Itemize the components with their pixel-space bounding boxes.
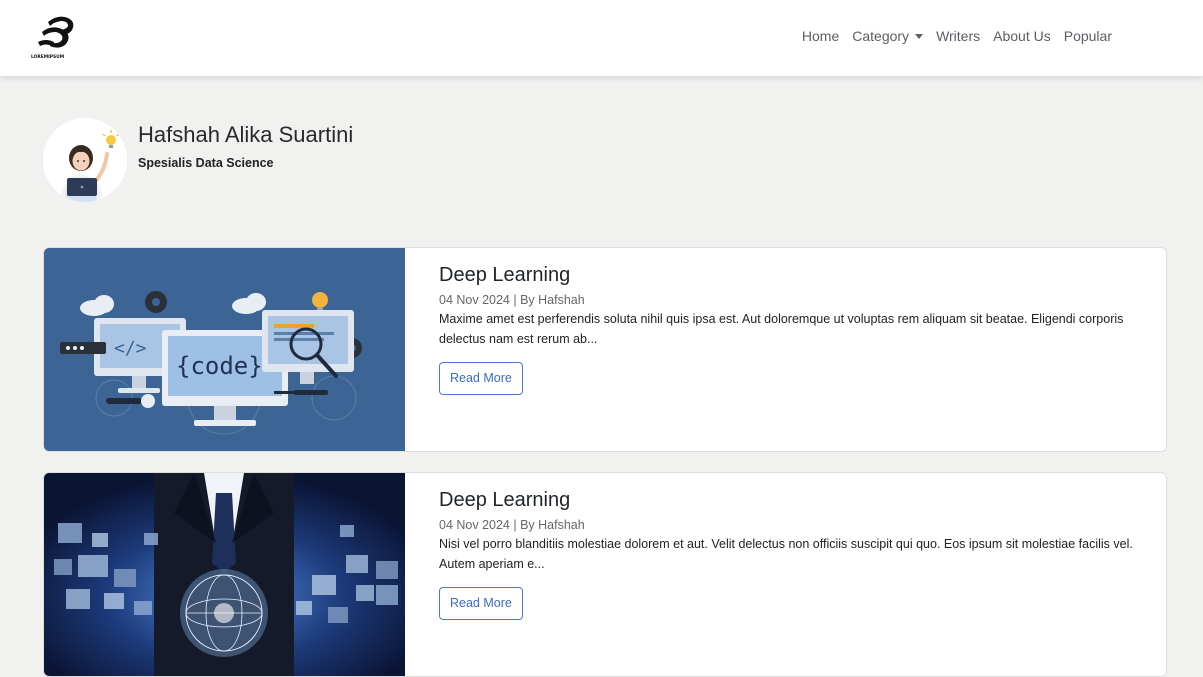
post-body: Deep Learning 04 Nov 2024 | By Hafshah M… xyxy=(439,262,1144,395)
read-more-button[interactable]: Read More xyxy=(439,362,523,395)
nav-link-home[interactable]: Home xyxy=(802,28,839,44)
nav-links: Home Category Writers About Us Popular xyxy=(802,26,1112,46)
navbar: LOREMIPSUM Home Category Writers About U… xyxy=(0,0,1203,76)
nav-link-writers[interactable]: Writers xyxy=(936,28,980,44)
svg-text:{code}: {code} xyxy=(176,352,263,380)
caret-down-icon xyxy=(915,33,924,39)
nav-dropdown-category[interactable]: Category xyxy=(852,28,924,44)
post-body: Deep Learning 04 Nov 2024 | By Hafshah N… xyxy=(439,487,1144,620)
author-name: Hafshah Alika Suartini xyxy=(138,122,354,147)
post-excerpt: Nisi vel porro blanditiis molestiae dolo… xyxy=(439,537,1133,571)
post-card: Deep Learning 04 Nov 2024 | By Hafshah N… xyxy=(43,472,1167,677)
avatar xyxy=(43,118,127,202)
post-title[interactable]: Deep Learning xyxy=(439,487,1144,513)
post-title[interactable]: Deep Learning xyxy=(439,262,1144,288)
brand-logo[interactable]: LOREMIPSUM xyxy=(28,12,88,62)
post-meta: 04 Nov 2024 | By Hafshah xyxy=(439,293,585,307)
read-more-button[interactable]: Read More xyxy=(439,587,523,620)
nav-link-popular[interactable]: Popular xyxy=(1064,28,1112,44)
author-profile: Hafshah Alika Suartini Spesialis Data Sc… xyxy=(43,118,643,202)
nav-link-about-us[interactable]: About Us xyxy=(993,28,1051,44)
post-card: </> {code} Deep Learning 04 Nov 2024 | B… xyxy=(43,247,1167,452)
post-image-code[interactable]: </> {code} xyxy=(44,248,405,451)
post-excerpt: Maxime amet est perferendis soluta nihil… xyxy=(439,312,1124,346)
post-image-globe[interactable] xyxy=(44,473,405,676)
nav-link-category-label: Category xyxy=(852,28,910,44)
author-role: Spesialis Data Science xyxy=(138,156,274,170)
svg-text:LOREMIPSUM: LOREMIPSUM xyxy=(31,54,64,60)
post-meta: 04 Nov 2024 | By Hafshah xyxy=(439,518,585,532)
svg-text:</>: </> xyxy=(114,338,147,359)
